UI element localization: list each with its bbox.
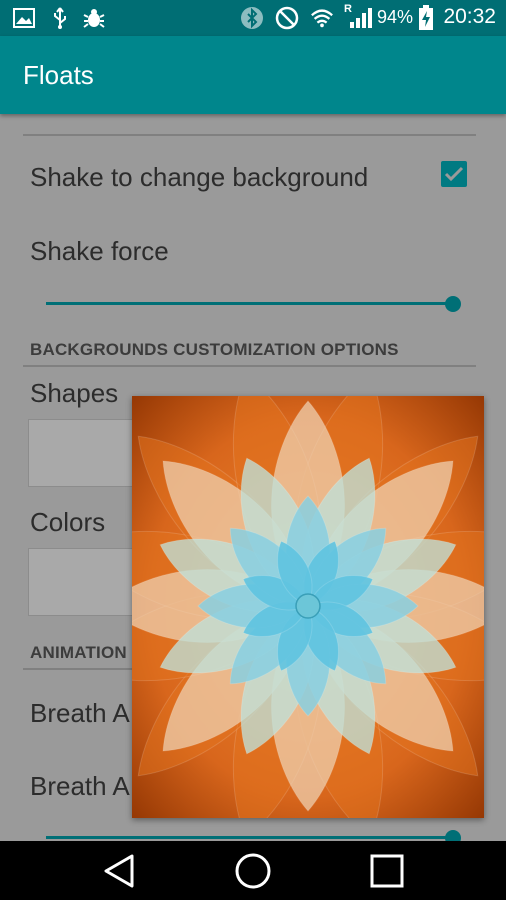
app-title: Floats bbox=[23, 60, 94, 90]
animation-section-header: ANIMATION bbox=[30, 643, 127, 662]
app-bar: Floats bbox=[0, 36, 506, 114]
usb-icon bbox=[48, 6, 72, 30]
shake-force-slider-thumb[interactable] bbox=[445, 296, 461, 312]
check-icon bbox=[444, 166, 464, 182]
home-icon[interactable] bbox=[231, 849, 275, 893]
status-bar: R 94% 20:32 bbox=[0, 0, 506, 36]
recent-apps-icon[interactable] bbox=[365, 849, 409, 893]
background-preview[interactable] bbox=[132, 396, 484, 818]
bug-icon bbox=[82, 6, 106, 30]
back-icon[interactable] bbox=[97, 849, 141, 893]
do-not-disturb-icon bbox=[275, 6, 299, 30]
shapes-selector[interactable] bbox=[28, 419, 138, 487]
shapes-label: Shapes bbox=[30, 378, 119, 408]
breath-slider[interactable] bbox=[46, 836, 453, 839]
colors-selector[interactable] bbox=[28, 548, 138, 616]
colors-label: Colors bbox=[30, 507, 106, 537]
wifi-icon bbox=[310, 6, 334, 30]
flower-pattern-image bbox=[132, 396, 484, 818]
shake-force-slider[interactable] bbox=[46, 302, 453, 305]
divider bbox=[23, 365, 476, 367]
battery-charging-icon bbox=[414, 5, 438, 30]
battery-percent: 94% bbox=[377, 7, 414, 27]
navigation-bar bbox=[0, 841, 506, 900]
breath-a-label: Breath A bbox=[30, 698, 130, 728]
shake-to-change-label: Shake to change background bbox=[30, 162, 369, 192]
breath-a-label-2: Breath A bbox=[30, 771, 130, 801]
clock: 20:32 bbox=[443, 5, 496, 28]
shake-force-label: Shake force bbox=[30, 236, 169, 266]
divider bbox=[23, 134, 476, 136]
bluetooth-icon bbox=[240, 6, 264, 30]
signal-icon bbox=[348, 6, 372, 30]
backgrounds-section-header: BACKGROUNDS CUSTOMIZATION OPTIONS bbox=[30, 340, 399, 359]
image-icon bbox=[12, 6, 36, 30]
shake-to-change-checkbox[interactable] bbox=[441, 161, 467, 187]
breath-slider-thumb[interactable] bbox=[445, 830, 461, 841]
